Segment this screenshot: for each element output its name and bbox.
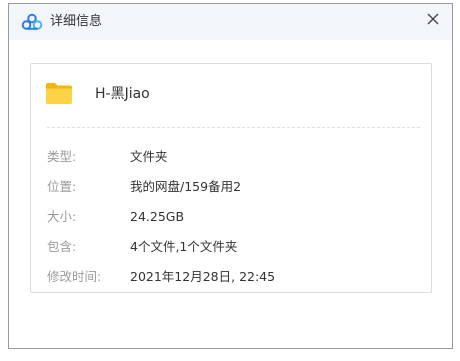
dialog-title: 详细信息 [50,14,103,29]
divider [47,127,420,128]
location-value: 我的网盘/159备用2 [130,179,242,194]
title-bar: 详细信息 [9,4,452,40]
type-value: 文件夹 [130,149,168,164]
size-value: 24.25GB [130,209,185,224]
baidu-netdisk-cloud-icon [21,13,43,31]
details-dialog: 详细信息 H-黑Jiao 类型: 文件夹 位置: 我的网盘/159备用2 大小:… [8,3,453,349]
location-label: 位置: [47,179,77,194]
folder-icon [45,79,73,107]
contains-value: 4个文件,1个文件夹 [130,239,238,254]
close-icon [427,13,439,25]
modified-time-label: 修改时间: [47,269,102,284]
details-card: H-黑Jiao 类型: 文件夹 位置: 我的网盘/159备用2 大小: 24.2… [30,63,432,293]
close-button[interactable] [423,9,443,29]
modified-time-value: 2021年12月28日, 22:45 [130,269,276,284]
size-label: 大小: [47,209,77,224]
type-label: 类型: [47,149,77,164]
contains-label: 包含: [47,239,77,254]
file-name: H-黑Jiao [95,86,150,102]
